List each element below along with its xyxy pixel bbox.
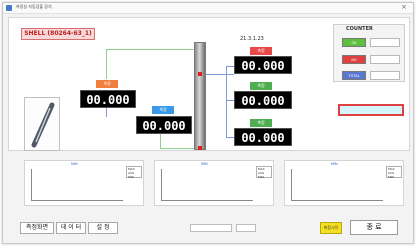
measure-value-right-bottom: 00.000 — [234, 128, 292, 146]
measure-label-center: 측정 — [152, 106, 174, 114]
measure-label-right-top: 측정 — [250, 47, 272, 55]
counter-title: COUNTER — [346, 26, 373, 32]
app-icon — [6, 5, 12, 11]
close-icon[interactable]: × — [401, 3, 407, 11]
graph-legend: MAX AVG MIN — [126, 166, 142, 179]
legend-min: MIN — [258, 175, 264, 179]
graph-title: MIN — [201, 162, 208, 166]
title-bar — [3, 3, 413, 14]
measure-label-right-middle: 측정 — [250, 82, 272, 90]
part-code-badge: SHELL (80264-63_1) — [21, 28, 95, 40]
graph-title: MIN — [71, 162, 78, 166]
counter-ng-value — [370, 55, 400, 64]
shaft-image — [194, 42, 206, 150]
drill-bit-icon — [31, 102, 55, 148]
graph-plot-area — [291, 169, 383, 201]
connector-line — [106, 49, 198, 50]
settings-button[interactable]: 설 정 — [88, 222, 118, 234]
graph-legend: MAX AVG MIN — [386, 166, 402, 179]
measure-screen-button[interactable]: 측정화면 — [20, 222, 54, 234]
measure-date: 21.3.1.23 — [240, 36, 264, 42]
measure-label-right-bottom: 측정 — [250, 119, 272, 127]
counter-ok-button[interactable]: OK — [342, 38, 366, 47]
counter-ok-value — [370, 38, 400, 47]
counter-ng-button[interactable]: NG — [342, 55, 366, 64]
measure-value-right-middle: 00.000 — [234, 91, 292, 109]
end-button[interactable]: 종 료 — [350, 220, 398, 235]
info-field — [190, 224, 232, 232]
legend-min: MIN — [388, 175, 394, 179]
drill-bit-image — [24, 97, 60, 151]
connector-line — [160, 148, 196, 149]
graph-panel-1: MIN MAX AVG MIN — [24, 160, 144, 206]
graph-title: MIN — [331, 162, 338, 166]
connector-line — [226, 100, 234, 101]
measure-label-left: 측정 — [96, 80, 118, 88]
graph-plot-area — [31, 169, 123, 201]
graph-panel-2: MIN MAX AVG MIN — [154, 160, 274, 206]
graph-legend: MAX AVG MIN — [256, 166, 272, 179]
measure-point-marker — [198, 72, 202, 76]
measure-point-marker — [198, 146, 202, 150]
graph-panel-3: MIN MAX AVG MIN — [284, 160, 404, 206]
data-button[interactable]: 데 이 터 — [56, 222, 86, 234]
window-title: 측정실 자동검출 장치 — [16, 4, 52, 9]
measure-value-left: 00.000 — [80, 90, 136, 108]
connector-line — [226, 66, 227, 138]
measure-value-center: 00.000 — [136, 116, 192, 134]
status-box — [338, 104, 404, 116]
connector-line — [106, 49, 107, 79]
legend-min: MIN — [128, 175, 134, 179]
counter-total-button[interactable]: TOTAL — [342, 71, 366, 80]
measure-value-right-top: 00.000 — [234, 56, 292, 74]
counter-total-value — [370, 71, 400, 80]
connector-line — [226, 137, 234, 138]
info-field — [236, 224, 256, 232]
start-measure-button[interactable]: 측정시작 — [320, 222, 342, 234]
graph-plot-area — [161, 169, 253, 201]
connector-line — [226, 66, 234, 67]
connector-line — [206, 74, 234, 75]
